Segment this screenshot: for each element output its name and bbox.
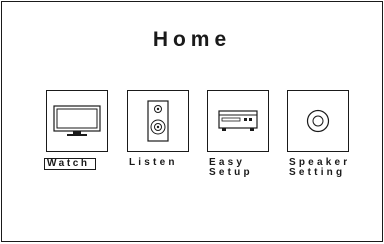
page-title: Home: [152, 28, 232, 51]
speaker-setting-tile[interactable]: [287, 90, 349, 152]
tv-icon: [53, 105, 101, 136]
menu-item-watch[interactable]: Watch: [44, 90, 108, 171]
watch-label: Watch: [44, 158, 96, 170]
easy-setup-label: Easy Setup: [209, 157, 253, 178]
menu-item-speaker-setting[interactable]: Speaker Setting: [287, 90, 349, 178]
receiver-icon: [218, 110, 258, 131]
menu-item-easy-setup[interactable]: Easy Setup: [207, 90, 269, 178]
menu-item-listen[interactable]: Listen: [127, 90, 189, 168]
listen-tile[interactable]: [127, 90, 189, 152]
easy-setup-tile[interactable]: [207, 90, 269, 152]
disc-speaker-icon: [306, 109, 330, 133]
speaker-icon: [147, 100, 169, 142]
speaker-setting-label: Speaker Setting: [289, 157, 351, 178]
watch-tile[interactable]: [46, 90, 108, 152]
home-screen: Home Watch Listen Easy Setup Speaker Set…: [1, 1, 383, 242]
listen-label: Listen: [129, 157, 178, 168]
